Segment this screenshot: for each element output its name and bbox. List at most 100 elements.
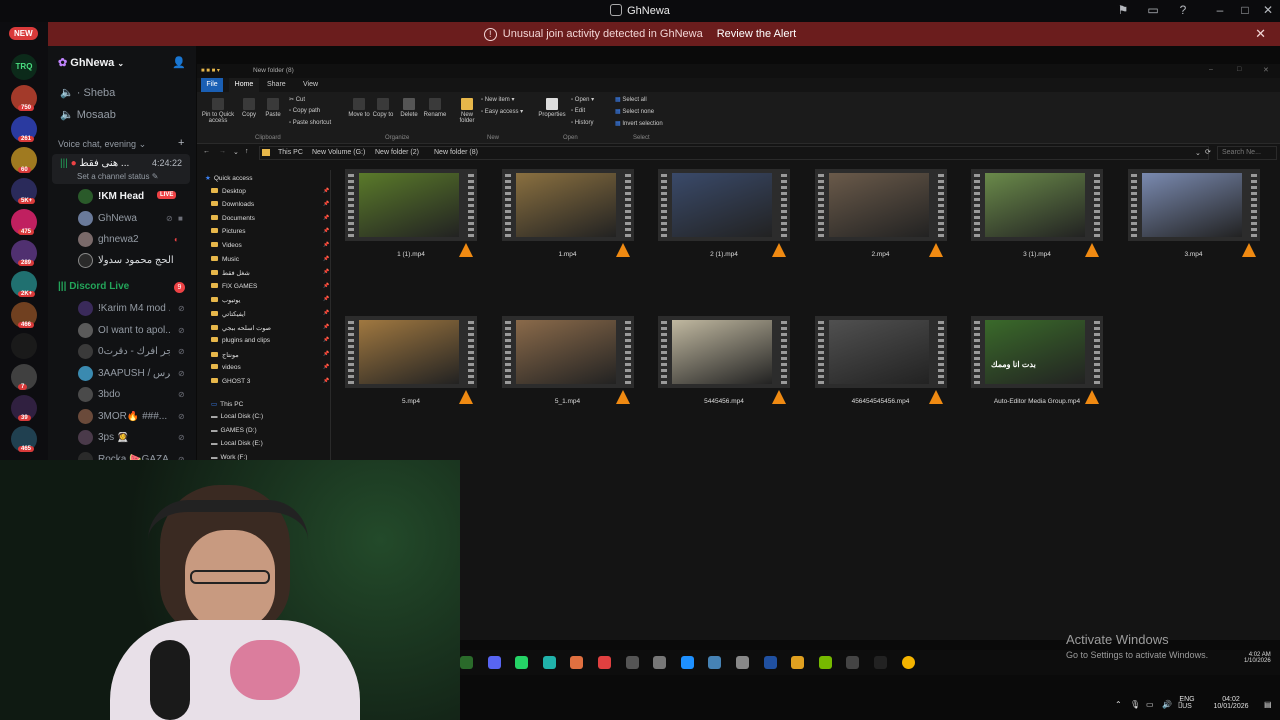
capcut-icon[interactable] [874, 656, 887, 669]
language-indicator[interactable]: ENG US [1178, 696, 1196, 710]
avatar [78, 451, 93, 460]
voice-category[interactable]: Voice chat, evening ⌄ [58, 139, 146, 150]
channel-sheba[interactable]: 🔈 · Sheba [60, 86, 115, 99]
video-thumbnail [672, 320, 772, 384]
avatar [78, 344, 93, 359]
video-file[interactable]: 456454545456.mp4 [814, 316, 947, 406]
terminal-icon[interactable] [846, 656, 860, 669]
whatsapp-icon[interactable] [515, 656, 529, 669]
video-file[interactable]: 1.mp4 [501, 169, 634, 259]
channel-status[interactable]: Set a channel status ✎ [77, 172, 158, 181]
deafen-icon: ⊘ [178, 433, 185, 442]
avatar [78, 387, 93, 402]
avatar [78, 189, 93, 204]
avatar [78, 430, 93, 445]
explorer-icon[interactable] [653, 656, 667, 669]
edge-icon[interactable] [680, 656, 694, 669]
deafen-icon: ⊘ [178, 347, 185, 356]
video-thumbnail [359, 173, 459, 237]
chrome-icon[interactable] [901, 656, 915, 669]
network-icon[interactable]: ▭ [1146, 700, 1154, 709]
file-name: 2.mp4 [871, 251, 890, 258]
mention-badge: 2K+ [18, 291, 36, 297]
alert-text: Unusual join activity detected in GhNewa [502, 28, 703, 40]
server-icon[interactable]: TRQ [11, 54, 37, 80]
avatar [78, 301, 93, 316]
speaker-icon: 🔈 [60, 87, 74, 99]
mention-badge: 7 [18, 384, 28, 390]
discord-icon[interactable] [487, 656, 501, 669]
mention-badge: 289 [18, 260, 35, 266]
mention-badge: 261 [18, 136, 35, 142]
live-user-row[interactable]: 3MOR🔥 ###... ⊘ [78, 408, 194, 424]
channel-sidebar: ✿ GhNewa ⌄ 👤 🔈 · Sheba 🔈 Mosaab Voice ch… [48, 46, 196, 460]
nvidia-icon[interactable] [818, 656, 832, 669]
file-name: 5_1.mp4 [554, 398, 581, 405]
volume-icon[interactable]: 🔊 [1162, 700, 1172, 709]
add-member-icon[interactable]: 👤 [172, 56, 186, 69]
server-icon[interactable] [11, 333, 37, 359]
close-window-button[interactable]: ✕ [1260, 3, 1276, 17]
video-file[interactable]: بدت انا وممك Auto-Editor Media Group.mp4 [971, 316, 1103, 406]
capcut-icon[interactable] [542, 656, 556, 669]
notifications-icon[interactable]: ▤ [1264, 700, 1272, 709]
file-name: 5445456.mp4 [704, 398, 744, 405]
video-thumbnail [515, 320, 616, 384]
app-icon[interactable] [598, 656, 611, 669]
file-name: 456454545456.mp4 [851, 398, 910, 405]
live-user-name: 3ps 👩‍🚀 [98, 432, 130, 443]
discord-live-channel[interactable]: ||| Discord Live [58, 281, 129, 292]
folder-icon[interactable] [570, 656, 584, 669]
avatar [78, 211, 93, 226]
voice-user-name: ghnewa2 [98, 234, 139, 245]
audio-icon[interactable] [791, 656, 805, 669]
chevron-up-icon[interactable]: ⌃ [1115, 700, 1122, 709]
video-file[interactable]: 2.mp4 [814, 169, 947, 259]
live-user-name: !Karim M4 mod ... [98, 303, 170, 314]
avatar [78, 365, 93, 381]
live-user-row[interactable]: 3ps 👩‍🚀 ⊘ [78, 430, 194, 445]
video-thumbnail [985, 173, 1085, 237]
search-icon[interactable] [460, 656, 473, 669]
review-alert-link[interactable]: Review the Alert [717, 28, 796, 40]
add-channel-icon[interactable]: + [178, 137, 184, 149]
live-user-row[interactable]: مسمم جر افرك - دقرت0 ⊘ [78, 344, 194, 359]
close-icon[interactable]: ✕ [1255, 22, 1266, 46]
deafen-icon: ⊘ [178, 411, 185, 421]
video-file[interactable]: 5_1.mp4 [501, 316, 634, 406]
terminal-icon[interactable] [625, 656, 639, 669]
live-user-row[interactable]: Rocka 🍉GAZA ⊘ [78, 451, 194, 460]
voice-timer: 4:24:22 [152, 158, 183, 168]
deafen-icon: ⊘ [178, 390, 185, 399]
system-clock[interactable]: 04:02 10/01/2026 [1208, 696, 1254, 710]
settings-icon[interactable] [708, 656, 722, 669]
video-file[interactable]: 3 (1).mp4 [971, 169, 1103, 259]
mention-badge: 60 [18, 167, 31, 173]
file-name: 1.mp4 [558, 251, 577, 258]
video-file[interactable]: 1 (1).mp4 [345, 169, 477, 259]
window-title: GhNewa [0, 4, 1280, 17]
help-icon[interactable]: ? [1175, 3, 1191, 17]
server-name[interactable]: ✿ GhNewa ⌄ [58, 56, 124, 69]
video-file[interactable]: 3.mp4 [1127, 169, 1260, 259]
live-user-row[interactable]: 3bdo ⊘ [78, 387, 194, 402]
file-name: 5.mp4 [401, 398, 421, 405]
flag-icon[interactable]: ⚑ [1115, 3, 1131, 17]
live-user-row[interactable]: OI want to apol... ⊘ [78, 322, 194, 338]
video-file[interactable]: 5.mp4 [345, 316, 477, 406]
webcam-overlay [0, 460, 460, 720]
minimize-button[interactable]: – [1212, 3, 1228, 17]
live-user-row[interactable]: 3AAPUSH / بو ترس ⊘ [78, 365, 194, 381]
screen-share-icon[interactable]: ▭ [1145, 3, 1161, 17]
store-icon[interactable] [736, 656, 749, 669]
video-file[interactable]: 5445456.mp4 [658, 316, 790, 406]
channel-mosaab[interactable]: 🔈 Mosaab [60, 108, 116, 121]
shield-icon[interactable] [763, 656, 777, 669]
file-name: 3 (1).mp4 [1023, 251, 1051, 258]
maximize-button[interactable]: □ [1237, 3, 1253, 17]
live-user-row[interactable]: !Karim M4 mod ... ⊘ [78, 301, 194, 316]
video-thumbnail [359, 320, 459, 384]
file-name: Auto-Editor Media Group.mp4 [993, 398, 1081, 405]
microphone-icon[interactable]: 🎙 [1130, 700, 1140, 709]
video-file[interactable]: 2 (1).mp4 [658, 169, 790, 259]
